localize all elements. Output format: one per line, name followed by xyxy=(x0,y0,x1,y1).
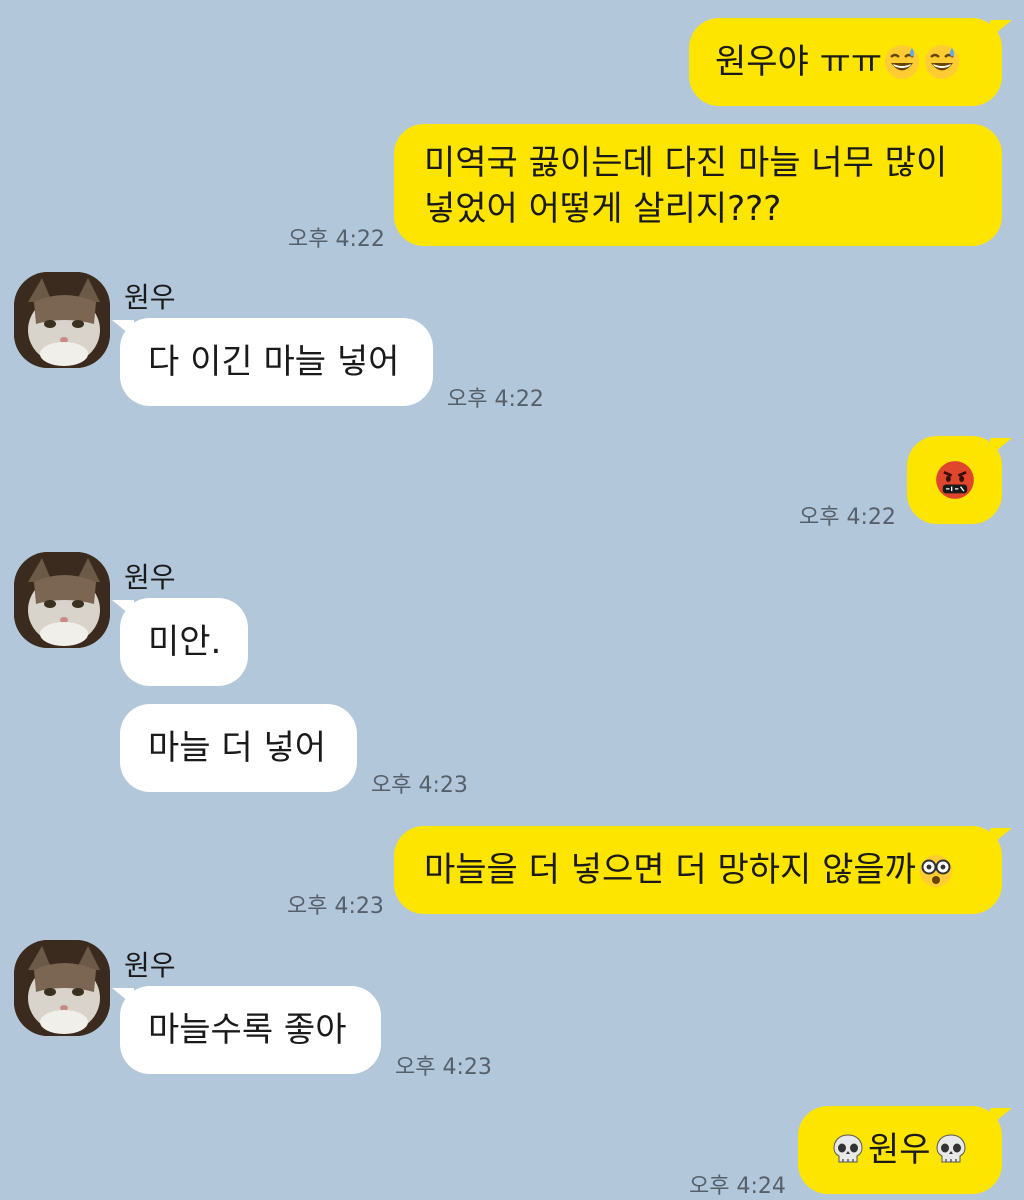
avatar[interactable] xyxy=(14,940,110,1036)
message-text: 미역국 끓이는데 다진 마늘 너무 많이 넣었어 어떻게 살리지??? xyxy=(424,143,948,229)
message-bubble-received[interactable]: 다 이긴 마늘 넣어 xyxy=(120,318,433,406)
message-bubble-sent[interactable]: 마늘을 더 넣으면 더 망하지 않을까 xyxy=(394,826,1002,914)
timestamp: 오후 4:24 xyxy=(689,1174,786,1199)
message-text: 원우야 ㅠㅠ xyxy=(715,42,883,82)
skull-icon xyxy=(830,1132,866,1168)
message-text: 마늘수록 좋아 xyxy=(148,1010,347,1050)
grinning-sweat-icon xyxy=(924,44,960,80)
chat-area[interactable]: 원우야 ㅠㅠ 미역국 끓이는데 다진 마늘 너무 많이 넣었어 어떻게 살리지?… xyxy=(0,0,1024,1200)
timestamp: 오후 4:23 xyxy=(395,1055,492,1080)
message-text: 미안. xyxy=(148,622,222,662)
message-bubble-received[interactable]: 마늘 더 넣어 xyxy=(120,704,357,792)
message-bubble-sent[interactable]: 미역국 끓이는데 다진 마늘 너무 많이 넣었어 어떻게 살리지??? xyxy=(394,124,1002,246)
bubble-tail xyxy=(112,988,134,1006)
cat-avatar-icon xyxy=(14,552,110,648)
message-text: 다 이긴 마늘 넣어 xyxy=(148,342,400,382)
cursing-face-icon xyxy=(935,460,975,500)
timestamp: 오후 4:22 xyxy=(799,505,896,530)
sender-name: 원우 xyxy=(124,949,176,982)
grinning-sweat-icon xyxy=(884,44,920,80)
message-text: 마늘을 더 넣으면 더 망하지 않을까 xyxy=(424,850,916,890)
avatar[interactable] xyxy=(14,552,110,648)
timestamp: 오후 4:23 xyxy=(371,773,468,798)
message-text: 마늘 더 넣어 xyxy=(148,728,327,768)
disguised-glasses-icon xyxy=(918,852,954,888)
timestamp: 오후 4:22 xyxy=(447,387,544,412)
bubble-tail xyxy=(990,1108,1012,1126)
bubble-tail xyxy=(112,600,134,618)
cat-avatar-icon xyxy=(14,272,110,368)
message-text: 원우 xyxy=(868,1130,931,1170)
cat-avatar-icon xyxy=(14,940,110,1036)
message-bubble-received[interactable]: 미안. xyxy=(120,598,248,686)
bubble-tail xyxy=(112,320,134,338)
timestamp: 오후 4:23 xyxy=(287,894,384,919)
sender-name: 원우 xyxy=(124,561,176,594)
bubble-tail xyxy=(990,20,1012,38)
message-bubble-sent[interactable]: 원우야 ㅠㅠ xyxy=(689,18,1002,106)
timestamp: 오후 4:22 xyxy=(288,227,385,252)
bubble-tail xyxy=(990,438,1012,456)
message-bubble-received[interactable]: 마늘수록 좋아 xyxy=(120,986,381,1074)
sender-name: 원우 xyxy=(124,281,176,314)
message-bubble-sent[interactable]: 원우 xyxy=(798,1106,1002,1194)
skull-icon xyxy=(933,1132,969,1168)
bubble-tail xyxy=(990,828,1012,846)
avatar[interactable] xyxy=(14,272,110,368)
message-bubble-sent[interactable] xyxy=(907,436,1002,524)
